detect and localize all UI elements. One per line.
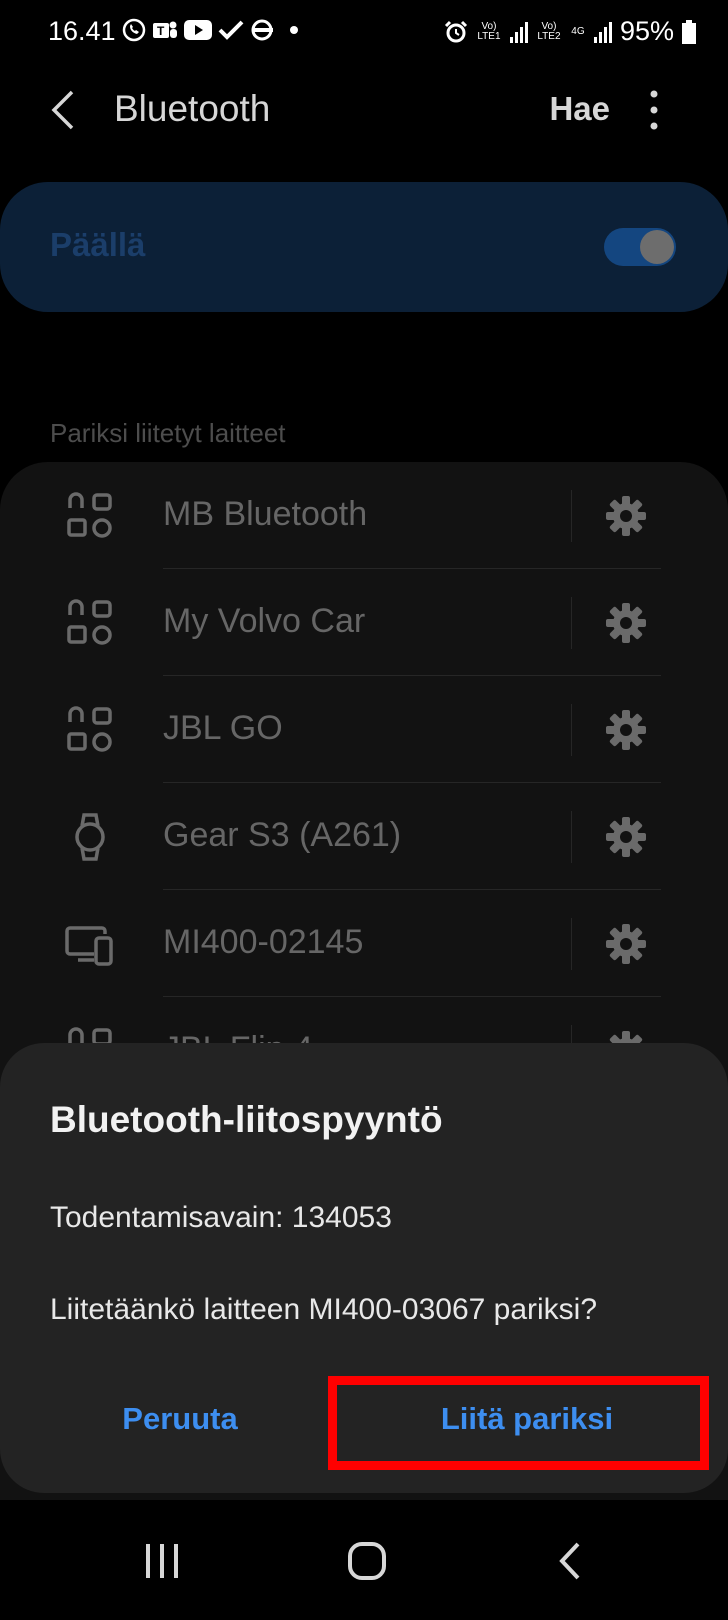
highlight-box bbox=[328, 1376, 709, 1470]
divider bbox=[571, 490, 572, 542]
gear-icon[interactable] bbox=[604, 815, 648, 859]
app-bar: Bluetooth Hae bbox=[0, 70, 728, 150]
divider bbox=[571, 704, 572, 756]
whatsapp-icon bbox=[122, 18, 146, 42]
volvo-icon bbox=[251, 19, 273, 41]
gear-icon[interactable] bbox=[604, 601, 648, 645]
device-row[interactable]: MB Bluetooth bbox=[0, 462, 728, 569]
bluetooth-switch[interactable] bbox=[604, 228, 676, 266]
back-arrow-icon[interactable] bbox=[44, 88, 84, 132]
device-row[interactable]: My Volvo Car bbox=[0, 569, 728, 676]
cancel-button[interactable]: Peruuta bbox=[30, 1373, 330, 1465]
page-title: Bluetooth bbox=[114, 88, 271, 129]
computer-phone-icon bbox=[65, 926, 113, 966]
signal-2-icon bbox=[593, 21, 612, 43]
sim2-label: Vo) LTE2 bbox=[537, 20, 561, 42]
divider bbox=[571, 597, 572, 649]
status-time: 16.41 bbox=[48, 16, 116, 46]
signal-1-icon bbox=[509, 21, 528, 43]
navigation-bar bbox=[0, 1500, 728, 1620]
passkey-text: Todentamisavain: 134053 bbox=[50, 1201, 392, 1234]
check-icon bbox=[218, 20, 244, 40]
paired-devices-header: Pariksi liitetyt laitteet bbox=[50, 418, 286, 448]
status-bar: 16.41 T Vo) LTE1 Vo) LTE2 4G 95% bbox=[0, 0, 728, 64]
search-button[interactable]: Hae bbox=[549, 90, 610, 128]
svg-text:T: T bbox=[157, 24, 165, 38]
device-name: MB Bluetooth bbox=[163, 495, 368, 533]
device-name: My Volvo Car bbox=[163, 602, 366, 640]
generic-device-icon bbox=[67, 492, 112, 538]
more-options-icon[interactable] bbox=[648, 88, 660, 132]
switch-knob bbox=[640, 230, 674, 264]
gear-icon[interactable] bbox=[604, 708, 648, 752]
back-icon[interactable] bbox=[542, 1536, 602, 1586]
notification-icons: T bbox=[122, 18, 300, 42]
recents-icon[interactable] bbox=[132, 1536, 192, 1586]
network-type: 4G bbox=[571, 25, 585, 37]
bluetooth-state-label: Päällä bbox=[50, 226, 146, 263]
gear-icon[interactable] bbox=[604, 494, 648, 538]
battery-icon bbox=[682, 19, 696, 44]
battery-percent: 95% bbox=[619, 16, 674, 46]
youtube-icon bbox=[184, 20, 212, 40]
dot-icon bbox=[290, 26, 298, 34]
device-name: MI400-02145 bbox=[163, 923, 364, 961]
alarm-icon bbox=[444, 20, 468, 42]
device-row[interactable]: Gear S3 (A261) bbox=[0, 783, 728, 890]
teams-icon: T bbox=[153, 21, 177, 38]
device-name: Gear S3 (A261) bbox=[163, 816, 402, 854]
watch-icon bbox=[75, 813, 105, 861]
pair-question-text: Liitetäänkö laitteen MI400-03067 pariksi… bbox=[50, 1293, 598, 1326]
generic-device-icon bbox=[67, 599, 112, 645]
device-name: JBL GO bbox=[163, 709, 283, 747]
status-right: Vo) LTE1 Vo) LTE2 4G 95% bbox=[444, 16, 696, 47]
sim1-label: Vo) LTE1 bbox=[477, 20, 501, 42]
generic-device-icon bbox=[67, 706, 112, 752]
divider bbox=[571, 811, 572, 863]
home-icon[interactable] bbox=[337, 1536, 397, 1586]
dialog-title: Bluetooth-liitospyyntö bbox=[50, 1099, 443, 1140]
divider bbox=[571, 918, 572, 970]
device-row[interactable]: MI400-02145 bbox=[0, 890, 728, 997]
gear-icon[interactable] bbox=[604, 922, 648, 966]
device-row[interactable]: JBL GO bbox=[0, 676, 728, 783]
